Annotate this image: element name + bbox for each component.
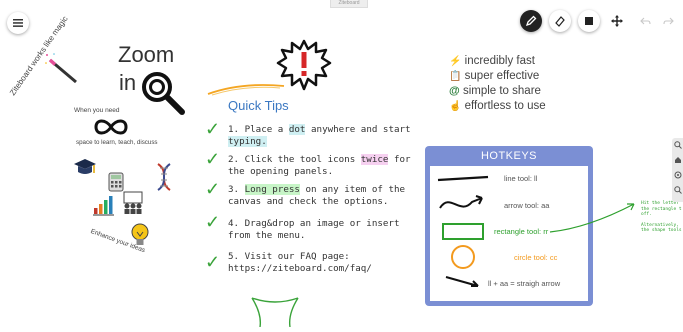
eraser-tool-button[interactable] bbox=[549, 10, 571, 32]
tip-2: 2. Click the tool icons twice for the op… bbox=[228, 154, 411, 178]
when-you-need-text: When you need bbox=[74, 107, 120, 114]
rectangle-sample bbox=[442, 223, 484, 240]
checkmark-icon: ✓ bbox=[205, 149, 221, 169]
tip-2-line2: the opening panels. bbox=[228, 166, 334, 177]
zoom-heading: Zoom bbox=[118, 42, 175, 67]
tip-3-line2: canvas and check the options. bbox=[228, 196, 389, 207]
tip-2-text: 2. Click the tool icons bbox=[228, 154, 361, 165]
lightbulb-icon bbox=[130, 222, 150, 253]
reset-icon[interactable] bbox=[674, 171, 682, 179]
at-icon: @ bbox=[449, 85, 460, 97]
tip-5: 5. Visit our FAQ page: https://ziteboard… bbox=[228, 251, 372, 275]
faq-link[interactable]: https://ziteboard.com/faq/ bbox=[228, 263, 372, 274]
tip-1-line2: typing. bbox=[228, 136, 267, 147]
shape-tool-button[interactable] bbox=[578, 10, 600, 32]
tip-1-text: 1. Place a bbox=[228, 124, 289, 135]
team-icon bbox=[120, 190, 146, 219]
dna-icon bbox=[154, 162, 174, 197]
tip-3-text: 3. bbox=[228, 184, 245, 195]
zoom-out-icon[interactable] bbox=[674, 186, 682, 194]
pointer-hand-icon: ☝ bbox=[449, 101, 462, 112]
straight-arrow-sample bbox=[445, 276, 479, 287]
tip-3: 3. Long press on any item of the canvas … bbox=[228, 184, 405, 208]
home-icon[interactable] bbox=[674, 156, 682, 164]
feature-text: effortless to use bbox=[464, 100, 546, 112]
feature-item: @ simple to share bbox=[449, 84, 546, 99]
line-sample bbox=[437, 175, 489, 182]
arrow-sample bbox=[439, 195, 483, 209]
clipboard-icon: 📋 bbox=[449, 71, 462, 82]
app-title-tab: Ziteboard bbox=[330, 0, 368, 8]
feature-text: incredibly fast bbox=[464, 55, 535, 67]
tip-5-line1: 5. Visit our FAQ page: bbox=[228, 251, 350, 262]
undo-icon bbox=[639, 17, 651, 24]
pencil-icon bbox=[525, 15, 537, 27]
hotkey-arrow-label: arrow tool: aa bbox=[504, 201, 550, 210]
move-tool-button[interactable] bbox=[606, 10, 628, 32]
pencil-tool-button[interactable] bbox=[520, 10, 542, 32]
hamburger-icon bbox=[13, 19, 23, 27]
bar-chart-icon bbox=[92, 194, 114, 221]
infinity-icon bbox=[92, 118, 130, 141]
quick-tips-title: Quick Tips bbox=[228, 98, 289, 113]
side-note: Hit the letter the rectangle t off. Alte… bbox=[641, 201, 682, 234]
magic-wand-icon bbox=[45, 53, 77, 84]
checkmark-icon: ✓ bbox=[205, 179, 221, 199]
hotkey-circle-label: circle tool: cc bbox=[514, 253, 558, 262]
feature-text: simple to share bbox=[462, 85, 541, 97]
redo-button[interactable] bbox=[657, 10, 679, 32]
feature-item: ☝ effortless to use bbox=[449, 99, 546, 114]
feature-item: ⚡ incredibly fast bbox=[449, 54, 546, 69]
tip-1-highlight: dot bbox=[288, 124, 306, 135]
square-icon bbox=[585, 17, 593, 25]
eraser-icon bbox=[555, 16, 565, 27]
space-text: space to learn, teach, discuss bbox=[76, 139, 158, 146]
tip-2-text-end: for bbox=[388, 154, 411, 165]
tip-1: 1. Place a dot anywhere and start typing… bbox=[228, 124, 411, 148]
tip-2-highlight: twice bbox=[360, 154, 389, 165]
magic-wand-illustration bbox=[44, 52, 80, 93]
graduation-cap-icon bbox=[73, 157, 97, 184]
hotkeys-title: HOTKEYS bbox=[480, 150, 538, 162]
tip-4: 4. Drag&drop an image or insert from the… bbox=[228, 218, 399, 242]
checkmark-icon: ✓ bbox=[205, 119, 221, 139]
menu-button[interactable] bbox=[7, 12, 29, 34]
redo-icon bbox=[662, 17, 674, 24]
checkmark-icon: ✓ bbox=[205, 252, 221, 272]
tip-3-highlight: Long press bbox=[244, 184, 300, 195]
hotkey-rectangle-label: rectangle tool: rr bbox=[494, 227, 549, 236]
features-list: ⚡ incredibly fast 📋 super effective @ si… bbox=[449, 54, 546, 114]
move-icon bbox=[611, 15, 623, 27]
lightning-icon: ⚡ bbox=[449, 56, 462, 67]
undo-button[interactable] bbox=[634, 10, 656, 32]
hotkey-line-label: line tool: ll bbox=[504, 174, 538, 183]
side-note-line: the shape tools bbox=[641, 228, 682, 233]
circle-sample bbox=[451, 245, 475, 269]
zoom-panel bbox=[672, 138, 683, 202]
zoom-in-icon[interactable] bbox=[674, 141, 682, 149]
tip-4-line2: from the menu. bbox=[228, 230, 306, 241]
checkmark-icon: ✓ bbox=[205, 212, 221, 232]
tip-3-text-end: on any item of the bbox=[299, 184, 406, 195]
magnifier-icon bbox=[142, 72, 185, 115]
zoom-in-heading: in bbox=[119, 70, 137, 95]
tip-1-text-end: anywhere and start bbox=[305, 124, 411, 135]
feature-item: 📋 super effective bbox=[449, 69, 546, 84]
hotkey-straight-arrow-label: ll + aa = straigh arrow bbox=[488, 279, 561, 288]
feature-text: super effective bbox=[464, 70, 540, 82]
connector-arrow bbox=[548, 198, 638, 243]
magnifier-illustration bbox=[140, 70, 186, 121]
tip-4-line1: 4. Drag&drop an image or insert bbox=[228, 218, 400, 229]
